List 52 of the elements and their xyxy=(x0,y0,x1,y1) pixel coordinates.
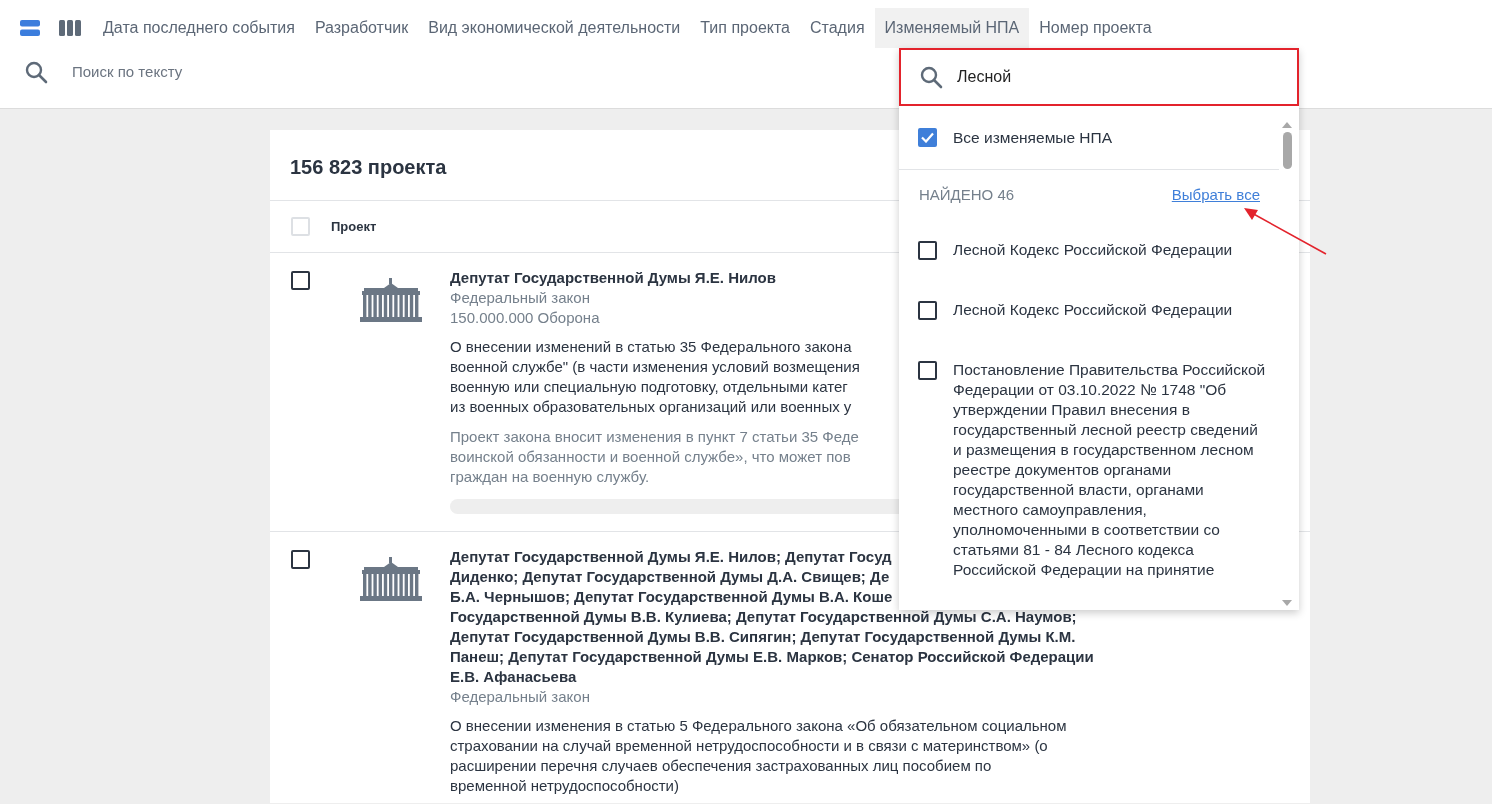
filter-tab[interactable]: Тип проекта xyxy=(690,8,800,48)
description-text: временной нетрудоспособности) xyxy=(450,776,679,796)
option-label: Все изменяемые НПА xyxy=(953,127,1113,148)
building-icon xyxy=(360,278,422,322)
dropdown-search-field[interactable]: Лесной xyxy=(899,48,1299,106)
project-type: Федеральный закон xyxy=(450,288,590,308)
checkbox[interactable] xyxy=(918,301,937,320)
summary-text: Проект закона вносит изменения в пункт 7 статьи 35 Феде xyxy=(450,427,859,447)
search-icon xyxy=(919,65,943,89)
checkbox[interactable] xyxy=(291,271,310,290)
summary-text: воинской обязанности и военной службе», что может пов xyxy=(450,447,851,467)
description-text: страховании на случай временной нетрудоспособности и в связи с материнством» (о xyxy=(450,736,1048,756)
npa-option[interactable]: Лесной Кодекс Российской Федерации xyxy=(899,241,1269,260)
column-header: Проект xyxy=(331,217,377,236)
search-field[interactable]: Лесной xyxy=(955,64,1255,90)
option-label: Лесной Кодекс Российской Федерации xyxy=(953,300,1233,320)
author-text: Диденко; Депутат Государственной Думы Д.А. Свищев; Де xyxy=(450,567,890,587)
option-label: Постановление Правительства Российской Федерации от 03.10.2022 № 1748 "Об утверждении Правил внесения в государственный лесной реестр сведений и размещения в государственном лесном реестре документов органами государственной власти, органами местного самоуправления, уполномоченными в соответствии со статьями 81 - 84 Лесного кодекса Российской Федерации на принятие xyxy=(953,360,1267,580)
all-option[interactable]: Все изменяемые НПА xyxy=(899,106,1279,170)
results-count: 156 823 проекта xyxy=(290,155,447,180)
author-text: Б.А. Чернышов; Депутат Государственной Думы В.А. Коше xyxy=(450,587,893,607)
summary-text: граждан на военную службу. xyxy=(450,467,650,487)
search-icon xyxy=(24,60,48,85)
author-text: Депутат Государственной Думы Я.Е. Нилов; Депутат Госуд xyxy=(450,547,892,567)
checkbox[interactable] xyxy=(291,550,310,569)
author-text: Депутат Государственной Думы Я.Е. Нилов xyxy=(450,268,776,288)
author-text: Государственной Думы В.В. Кулиева; Депутат Государственной Думы С.А. Наумов; xyxy=(450,607,1077,627)
project-type: Федеральный закон xyxy=(450,687,590,707)
filter-tab[interactable]: Дата последнего события xyxy=(93,8,305,48)
description-text: О внесении изменения в статью 5 Федерального закона «Об обязательном социальном xyxy=(450,716,1067,736)
project-code: 150.000.000 Оборона xyxy=(450,308,600,328)
filter-tab[interactable]: Изменяемый НПА xyxy=(874,8,1030,48)
filter-tab[interactable]: Разработчик xyxy=(304,8,419,48)
checkbox[interactable] xyxy=(918,128,937,147)
description-text: из военных образовательных организаций или военных у xyxy=(450,397,852,417)
checkbox[interactable] xyxy=(918,241,937,260)
description-text: О внесении изменений в статью 35 Федерального закона xyxy=(450,337,852,357)
author-text: Е.В. Афанасьева xyxy=(450,667,577,687)
filter-tab[interactable]: Стадия xyxy=(800,8,875,48)
found-count: НАЙДЕНО 46 xyxy=(919,184,1015,205)
filter-tab[interactable]: Вид экономической деятельности xyxy=(418,8,691,48)
select-all-link[interactable]: Выбрать все xyxy=(1171,183,1260,207)
description-text: расширении перечня случаев обеспечения застрахованных лиц пособием по xyxy=(450,756,992,776)
npa-option[interactable]: Лесной Кодекс Российской Федерации xyxy=(899,301,1269,320)
description-text: военной службе" (в части изменения условий возмещения xyxy=(450,357,860,377)
filter-tab[interactable]: Номер проекта xyxy=(1029,8,1162,48)
building-icon xyxy=(360,557,422,601)
author-text: Панеш; Депутат Государственной Думы Е.В. Марков; Сенатор Российской Федерации xyxy=(450,647,1094,667)
option-label: Лесной Кодекс Российской Федерации xyxy=(953,240,1233,260)
checkbox[interactable] xyxy=(918,361,937,380)
description-text: военную или специальную подготовку, отдельными катег xyxy=(450,377,848,397)
author-text: Депутат Государственной Думы В.В. Сипягин; Депутат Государственной Думы К.М. xyxy=(450,627,1076,647)
